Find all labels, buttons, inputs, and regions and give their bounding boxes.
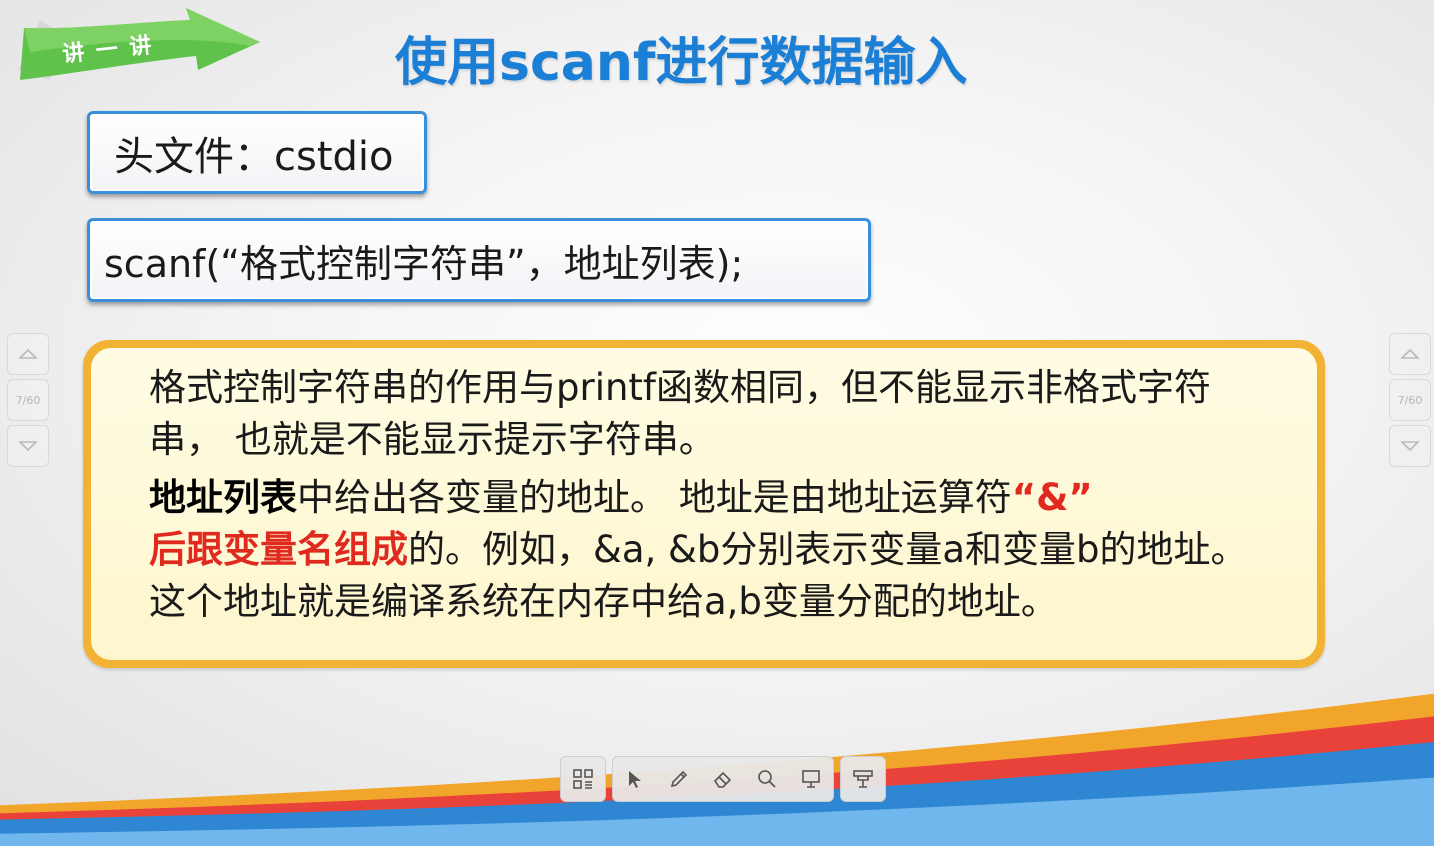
toolbar-menu-group	[560, 756, 606, 802]
explanation-content: 格式控制字符串的作用与printf函数相同，但不能显示非格式字符串， 也就是不能…	[91, 348, 1317, 660]
zoom-icon	[758, 770, 776, 788]
pointer-tool-button[interactable]	[613, 757, 657, 801]
prev-page-button-right[interactable]	[1389, 333, 1431, 375]
page-indicator: 7/60	[7, 379, 49, 421]
pointer-icon	[629, 771, 641, 788]
variable-name-highlight: 后跟变量名组成	[149, 528, 408, 571]
lecture-badge: 讲 一 讲	[10, 8, 260, 86]
scanf-syntax-box: scanf(“格式控制字符串”，地址列表);	[87, 218, 871, 302]
explanation-paragraph-2: 地址列表中给出各变量的地址。 地址是由地址运算符“&” 后跟变量名组成的。例如，&…	[149, 472, 1277, 628]
page-indicator-right: 7/60	[1389, 379, 1431, 421]
prev-page-button[interactable]	[7, 333, 49, 375]
blackboard-tool-button[interactable]	[841, 757, 885, 801]
explanation-box: 格式控制字符串的作用与printf函数相同，但不能显示非格式字符串， 也就是不能…	[83, 340, 1325, 668]
whiteboard-icon	[802, 770, 820, 788]
eraser-icon	[713, 771, 732, 788]
grid-icon	[573, 769, 593, 789]
left-page-nav: 7/60	[7, 333, 49, 473]
whiteboard-tool-button[interactable]	[789, 757, 833, 801]
eraser-tool-button[interactable]	[701, 757, 745, 801]
paragraph-2-text-a: 中给出各变量的地址。 地址是由地址运算符	[297, 476, 1012, 519]
pen-tool-button[interactable]	[657, 757, 701, 801]
chevron-up-icon	[18, 348, 38, 359]
header-file-text: 头文件：cstdio	[114, 133, 394, 180]
slide-title: 使用scanf进行数据输入	[395, 33, 968, 93]
next-page-button-right[interactable]	[1389, 425, 1431, 467]
right-page-nav: 7/60	[1389, 333, 1431, 473]
pen-icon	[670, 770, 688, 788]
toolbar-tools-group	[612, 756, 834, 802]
zoom-tool-button[interactable]	[745, 757, 789, 801]
ampersand-operator: “&”	[1011, 476, 1093, 519]
next-page-button[interactable]	[7, 425, 49, 467]
chevron-up-icon	[1400, 348, 1420, 359]
grid-menu-button[interactable]	[561, 757, 605, 801]
scanf-syntax-text: scanf(“格式控制字符串”，地址列表);	[104, 241, 744, 286]
explanation-paragraph-1: 格式控制字符串的作用与printf函数相同，但不能显示非格式字符串， 也就是不能…	[149, 366, 1211, 461]
presentation-toolbar	[560, 756, 892, 802]
blackboard-icon	[853, 770, 873, 788]
toolbar-board-group	[840, 756, 886, 802]
header-file-box: 头文件：cstdio	[87, 111, 427, 194]
address-list-term: 地址列表	[149, 476, 297, 519]
chevron-down-icon	[18, 441, 38, 452]
chevron-down-icon	[1400, 441, 1420, 452]
